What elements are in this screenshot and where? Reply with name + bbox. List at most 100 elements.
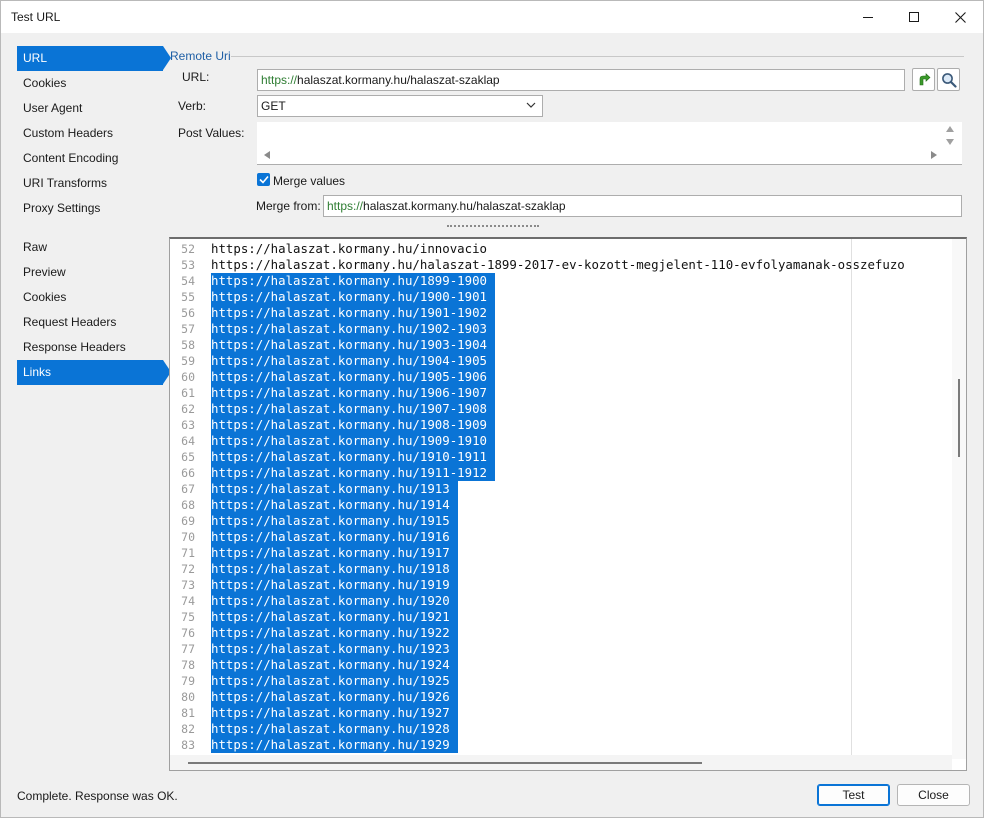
code-line[interactable]: 55 https://halaszat.kormany.hu/1900-1901 [170, 289, 952, 305]
line-text[interactable]: https://halaszat.kormany.hu/1901-1902 [211, 305, 496, 321]
line-text[interactable]: https://halaszat.kormany.hu/1921 [211, 609, 458, 625]
line-text[interactable]: https://halaszat.kormany.hu/1917 [211, 545, 458, 561]
code-line[interactable]: 62 https://halaszat.kormany.hu/1907-1908 [170, 401, 952, 417]
line-text[interactable]: https://halaszat.kormany.hu/1907-1908 [211, 401, 496, 417]
code-line[interactable]: 70 https://halaszat.kormany.hu/1916 [170, 529, 952, 545]
code-line[interactable]: 59 https://halaszat.kormany.hu/1904-1905 [170, 353, 952, 369]
line-text[interactable]: https://halaszat.kormany.hu/1922 [211, 625, 458, 641]
code-line[interactable]: 81 https://halaszat.kormany.hu/1927 [170, 705, 952, 721]
code-line[interactable]: 72 https://halaszat.kormany.hu/1918 [170, 561, 952, 577]
line-text[interactable]: https://halaszat.kormany.hu/1918 [211, 561, 458, 577]
scroll-up-arrow-icon[interactable] [945, 125, 955, 133]
sidebar-item-proxy-settings[interactable]: Proxy Settings [17, 196, 163, 221]
line-text[interactable]: https://halaszat.kormany.hu/1928 [211, 721, 458, 737]
maximize-button[interactable] [891, 1, 937, 33]
line-text[interactable]: https://halaszat.kormany.hu/1927 [211, 705, 458, 721]
code-line[interactable]: 69 https://halaszat.kormany.hu/1915 [170, 513, 952, 529]
code-line[interactable]: 60 https://halaszat.kormany.hu/1905-1906 [170, 369, 952, 385]
line-text[interactable]: https://halaszat.kormany.hu/1914 [211, 497, 458, 513]
code-line[interactable]: 57 https://halaszat.kormany.hu/1902-1903 [170, 321, 952, 337]
splitter-handle[interactable] [447, 225, 539, 229]
code-line[interactable]: 79 https://halaszat.kormany.hu/1925 [170, 673, 952, 689]
line-text[interactable]: https://halaszat.kormany.hu/halaszat-189… [211, 257, 913, 273]
merge-values-label[interactable]: Merge values [273, 174, 345, 188]
line-text[interactable]: https://halaszat.kormany.hu/innovacio [211, 241, 495, 257]
code-line[interactable]: 78 https://halaszat.kormany.hu/1924 [170, 657, 952, 673]
line-text[interactable]: https://halaszat.kormany.hu/1926 [211, 689, 458, 705]
post-values-input[interactable] [257, 122, 962, 165]
sidebar-item-custom-headers[interactable]: Custom Headers [17, 121, 163, 146]
sidebar-item-response-request-headers[interactable]: Request Headers [17, 310, 163, 335]
code-line[interactable]: 52 https://halaszat.kormany.hu/innovacio [170, 241, 952, 257]
sidebar-item-response-preview[interactable]: Preview [17, 260, 163, 285]
code-line[interactable]: 56 https://halaszat.kormany.hu/1901-1902 [170, 305, 952, 321]
horizontal-scrollbar[interactable] [170, 755, 952, 770]
links-editor[interactable]: 52 https://halaszat.kormany.hu/innovacio 5… [169, 237, 967, 771]
code-line[interactable]: 66 https://halaszat.kormany.hu/1911-1912 [170, 465, 952, 481]
line-text[interactable]: https://halaszat.kormany.hu/1905-1906 [211, 369, 496, 385]
code-line[interactable]: 64 https://halaszat.kormany.hu/1909-1910 [170, 433, 952, 449]
line-text[interactable]: https://halaszat.kormany.hu/1900-1901 [211, 289, 496, 305]
code-line[interactable]: 67 https://halaszat.kormany.hu/1913 [170, 481, 952, 497]
code-line[interactable]: 76 https://halaszat.kormany.hu/1922 [170, 625, 952, 641]
sidebar-item-response-raw[interactable]: Raw [17, 235, 163, 260]
search-button[interactable] [937, 68, 960, 91]
code-line[interactable]: 61 https://halaszat.kormany.hu/1906-1907 [170, 385, 952, 401]
sidebar-item-content-encoding[interactable]: Content Encoding [17, 146, 163, 171]
sidebar-item-cookies[interactable]: Cookies [17, 71, 163, 96]
close-window-button[interactable] [937, 1, 983, 33]
minimize-button[interactable] [845, 1, 891, 33]
line-text[interactable]: https://halaszat.kormany.hu/1899-1900 [211, 273, 496, 289]
code-line[interactable]: 53 https://halaszat.kormany.hu/halaszat-1… [170, 257, 952, 273]
test-button[interactable]: Test [817, 784, 890, 806]
line-text[interactable]: https://halaszat.kormany.hu/1910-1911 [211, 449, 496, 465]
code-line[interactable]: 58 https://halaszat.kormany.hu/1903-1904 [170, 337, 952, 353]
go-button[interactable] [912, 68, 935, 91]
line-text[interactable]: https://halaszat.kormany.hu/1906-1907 [211, 385, 496, 401]
line-text[interactable]: https://halaszat.kormany.hu/1923 [211, 641, 458, 657]
scroll-down-arrow-icon[interactable] [945, 138, 955, 146]
line-text[interactable]: https://halaszat.kormany.hu/1915 [211, 513, 458, 529]
code-line[interactable]: 63 https://halaszat.kormany.hu/1908-1909 [170, 417, 952, 433]
vertical-scrollbar[interactable] [952, 239, 966, 759]
line-text[interactable]: https://halaszat.kormany.hu/1925 [211, 673, 458, 689]
code-line[interactable]: 54 https://halaszat.kormany.hu/1899-1900 [170, 273, 952, 289]
code-line[interactable]: 73 https://halaszat.kormany.hu/1919 [170, 577, 952, 593]
line-text[interactable]: https://halaszat.kormany.hu/1924 [211, 657, 458, 673]
merge-from-input[interactable]: https://halaszat.kormany.hu/halaszat-sza… [323, 195, 962, 217]
line-text[interactable]: https://halaszat.kormany.hu/1902-1903 [211, 321, 496, 337]
line-text[interactable]: https://halaszat.kormany.hu/1909-1910 [211, 433, 496, 449]
code-line[interactable]: 68 https://halaszat.kormany.hu/1914 [170, 497, 952, 513]
verb-select[interactable]: GET [257, 95, 543, 117]
code-line[interactable]: 75 https://halaszat.kormany.hu/1921 [170, 609, 952, 625]
sidebar-item-user-agent[interactable]: User Agent [17, 96, 163, 121]
scroll-right-arrow-icon[interactable] [930, 150, 938, 160]
close-button[interactable]: Close [897, 784, 970, 806]
line-text[interactable]: https://halaszat.kormany.hu/1929 [211, 737, 458, 753]
line-text[interactable]: https://halaszat.kormany.hu/1919 [211, 577, 458, 593]
code-line[interactable]: 83 https://halaszat.kormany.hu/1929 [170, 737, 952, 753]
line-text[interactable]: https://halaszat.kormany.hu/1913 [211, 481, 458, 497]
code-line[interactable]: 82 https://halaszat.kormany.hu/1928 [170, 721, 952, 737]
code-line[interactable]: 74 https://halaszat.kormany.hu/1920 [170, 593, 952, 609]
url-input[interactable]: https://halaszat.kormany.hu/halaszat-sza… [257, 69, 905, 91]
line-text[interactable]: https://halaszat.kormany.hu/1903-1904 [211, 337, 496, 353]
vertical-scroll-thumb[interactable] [958, 379, 960, 457]
code-line[interactable]: 80 https://halaszat.kormany.hu/1926 [170, 689, 952, 705]
sidebar-item-response-response-headers[interactable]: Response Headers [17, 335, 163, 360]
sidebar-item-response-cookies[interactable]: Cookies [17, 285, 163, 310]
line-text[interactable]: https://halaszat.kormany.hu/1904-1905 [211, 353, 496, 369]
sidebar-item-uri-transforms[interactable]: URI Transforms [17, 171, 163, 196]
sidebar-item-response-links[interactable]: Links [17, 360, 171, 385]
scroll-left-arrow-icon[interactable] [263, 150, 271, 160]
line-text[interactable]: https://halaszat.kormany.hu/1908-1909 [211, 417, 496, 433]
sidebar-item-url[interactable]: URL [17, 46, 171, 71]
code-line[interactable]: 77 https://halaszat.kormany.hu/1923 [170, 641, 952, 657]
line-text[interactable]: https://halaszat.kormany.hu/1920 [211, 593, 458, 609]
code-line[interactable]: 71 https://halaszat.kormany.hu/1917 [170, 545, 952, 561]
line-text[interactable]: https://halaszat.kormany.hu/1911-1912 [211, 465, 496, 481]
horizontal-scroll-thumb[interactable] [188, 762, 702, 764]
merge-values-checkbox[interactable] [257, 173, 270, 186]
line-text[interactable]: https://halaszat.kormany.hu/1916 [211, 529, 458, 545]
code-line[interactable]: 65 https://halaszat.kormany.hu/1910-1911 [170, 449, 952, 465]
